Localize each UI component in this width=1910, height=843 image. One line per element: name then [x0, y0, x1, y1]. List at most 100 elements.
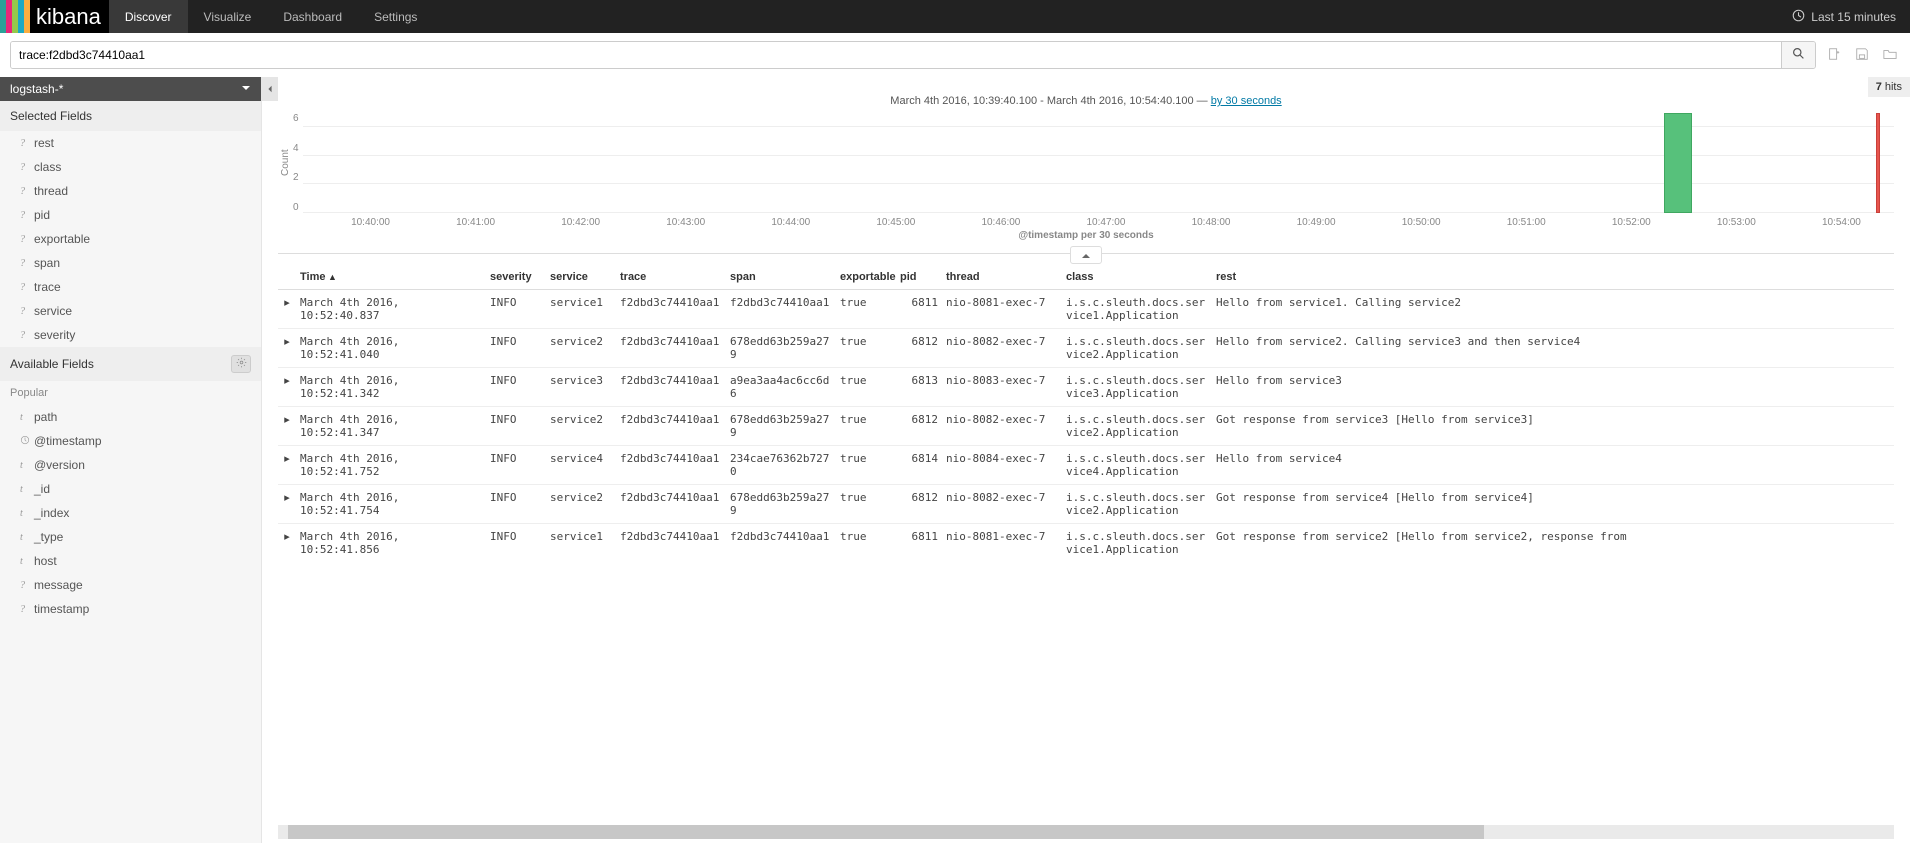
col-header-thread[interactable]: thread	[942, 265, 1062, 290]
logo[interactable]: kibana	[0, 0, 109, 33]
chart-bar[interactable]	[1664, 113, 1692, 213]
table-row: ▸March 4th 2016, 10:52:41.040INFOservice…	[278, 329, 1894, 368]
chart-y-label: Count	[278, 113, 293, 213]
horizontal-scrollbar[interactable]	[278, 825, 1894, 839]
chart-plot[interactable]	[303, 113, 1894, 213]
logo-stripes	[0, 0, 30, 33]
available-field-id[interactable]: t_id	[0, 477, 261, 501]
nav-items: DiscoverVisualizeDashboardSettings	[109, 0, 434, 33]
open-search-button[interactable]	[1880, 45, 1900, 65]
nav-item-dashboard[interactable]: Dashboard	[267, 0, 358, 33]
available-field-timestamp[interactable]: ?timestamp	[0, 597, 261, 621]
field-type-icon: ?	[20, 234, 28, 245]
available-field-type[interactable]: t_type	[0, 525, 261, 549]
top-nav: kibana DiscoverVisualizeDashboardSetting…	[0, 0, 1910, 33]
folder-open-icon	[1883, 47, 1897, 64]
selected-field-exportable[interactable]: ?exportable	[0, 227, 261, 251]
chart-y-axis: 6420	[293, 113, 303, 213]
chevron-left-icon	[266, 82, 274, 96]
content: 7 hits March 4th 2016, 10:39:40.100 - Ma…	[262, 77, 1910, 843]
available-field-timestamp[interactable]: @timestamp	[0, 429, 261, 453]
expand-row-button[interactable]: ▸	[278, 329, 296, 368]
col-header-exportable[interactable]: exportable	[836, 265, 896, 290]
chevron-up-icon	[1081, 248, 1091, 262]
col-header-severity[interactable]: severity	[486, 265, 546, 290]
popular-subheader: Popular	[0, 381, 261, 405]
available-field-index[interactable]: t_index	[0, 501, 261, 525]
selected-field-class[interactable]: ?class	[0, 155, 261, 179]
selected-field-pid[interactable]: ?pid	[0, 203, 261, 227]
sort-asc-icon: ▲	[325, 272, 336, 282]
table-row: ▸March 4th 2016, 10:52:41.347INFOservice…	[278, 407, 1894, 446]
field-type-icon: ?	[20, 138, 28, 149]
chart-bar[interactable]	[1876, 113, 1880, 213]
selected-field-service[interactable]: ?service	[0, 299, 261, 323]
table-row: ▸March 4th 2016, 10:52:41.752INFOservice…	[278, 446, 1894, 485]
expand-row-button[interactable]: ▸	[278, 524, 296, 563]
selected-field-trace[interactable]: ?trace	[0, 275, 261, 299]
chart-x-label: @timestamp per 30 seconds	[278, 230, 1894, 241]
chart-x-axis: 10:40:0010:41:0010:42:0010:43:0010:44:00…	[318, 213, 1894, 228]
field-type-icon: t	[20, 412, 28, 423]
search-button[interactable]	[1781, 42, 1815, 68]
search-icon	[1792, 47, 1805, 63]
selected-field-rest[interactable]: ?rest	[0, 131, 261, 155]
expand-row-button[interactable]: ▸	[278, 446, 296, 485]
caret-down-icon	[241, 82, 251, 96]
field-type-icon: t	[20, 484, 28, 495]
nav-item-visualize[interactable]: Visualize	[188, 0, 268, 33]
field-type-icon: ?	[20, 330, 28, 341]
chart-collapse-button[interactable]	[1070, 246, 1102, 264]
field-type-icon: t	[20, 532, 28, 543]
chart-collapse-bar	[262, 245, 1910, 265]
col-header-span[interactable]: span	[726, 265, 836, 290]
document-plus-icon	[1827, 47, 1841, 64]
field-type-icon: t	[20, 556, 28, 567]
table-row: ▸March 4th 2016, 10:52:41.754INFOservice…	[278, 485, 1894, 524]
field-type-icon: ?	[20, 306, 28, 317]
field-type-icon: ?	[20, 210, 28, 221]
index-pattern-selector[interactable]: logstash-*	[0, 77, 261, 101]
col-header-time[interactable]: Time ▲	[296, 265, 486, 290]
selected-field-span[interactable]: ?span	[0, 251, 261, 275]
available-field-version[interactable]: t@version	[0, 453, 261, 477]
sidebar-collapse-button[interactable]	[262, 77, 278, 101]
expand-row-button[interactable]: ▸	[278, 485, 296, 524]
searchbar	[0, 33, 1910, 77]
field-type-icon: ?	[20, 580, 28, 591]
selected-field-severity[interactable]: ?severity	[0, 323, 261, 347]
time-range-header: March 4th 2016, 10:39:40.100 - March 4th…	[278, 95, 1894, 107]
field-type-icon: ?	[20, 604, 28, 615]
field-type-icon: t	[20, 460, 28, 471]
expand-row-button[interactable]: ▸	[278, 290, 296, 329]
new-search-button[interactable]	[1824, 45, 1844, 65]
col-header-trace[interactable]: trace	[616, 265, 726, 290]
table-row: ▸March 4th 2016, 10:52:40.837INFOservice…	[278, 290, 1894, 329]
nav-item-discover[interactable]: Discover	[109, 0, 188, 33]
field-settings-button[interactable]	[231, 355, 251, 373]
hits-badge: 7 hits	[1868, 77, 1910, 97]
field-type-icon: ?	[20, 282, 28, 293]
index-pattern-label: logstash-*	[10, 82, 63, 96]
selected-field-thread[interactable]: ?thread	[0, 179, 261, 203]
time-label: Last 15 minutes	[1811, 10, 1896, 24]
expand-row-button[interactable]: ▸	[278, 407, 296, 446]
col-header-service[interactable]: service	[546, 265, 616, 290]
available-field-path[interactable]: tpath	[0, 405, 261, 429]
interval-link[interactable]: by 30 seconds	[1211, 95, 1282, 107]
scrollbar-thumb[interactable]	[288, 825, 1484, 839]
col-header-rest[interactable]: rest	[1212, 265, 1894, 290]
nav-item-settings[interactable]: Settings	[358, 0, 433, 33]
col-header-class[interactable]: class	[1062, 265, 1212, 290]
selected-fields-header: Selected Fields	[0, 101, 261, 131]
save-search-button[interactable]	[1852, 45, 1872, 65]
search-input[interactable]	[11, 42, 1781, 68]
available-field-message[interactable]: ?message	[0, 573, 261, 597]
save-icon	[1855, 47, 1869, 64]
clock-icon	[1792, 9, 1805, 25]
time-picker[interactable]: Last 15 minutes	[1778, 0, 1910, 33]
search-input-wrap	[10, 41, 1816, 69]
expand-row-button[interactable]: ▸	[278, 368, 296, 407]
available-field-host[interactable]: thost	[0, 549, 261, 573]
col-header-pid[interactable]: pid	[896, 265, 942, 290]
